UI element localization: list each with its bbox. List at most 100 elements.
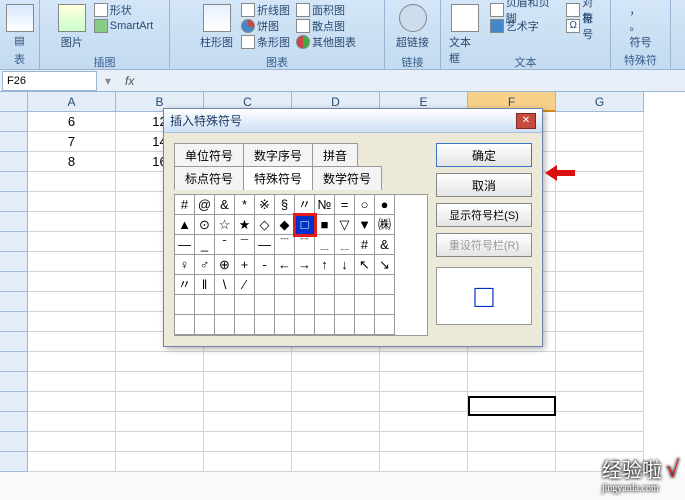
symbol-cell[interactable]	[255, 295, 275, 315]
cell[interactable]	[28, 332, 116, 352]
symbol-cell[interactable]: №	[315, 195, 335, 215]
symbol-cell[interactable]: —	[175, 235, 195, 255]
cell[interactable]	[556, 232, 644, 252]
cell[interactable]	[28, 272, 116, 292]
textbox-button[interactable]: 文本框	[445, 2, 486, 68]
symbol-cell[interactable]: ↘	[375, 255, 395, 275]
cell[interactable]: 8	[28, 152, 116, 172]
row-header[interactable]	[0, 452, 28, 472]
symbol-cell[interactable]	[315, 315, 335, 335]
cell[interactable]	[292, 412, 380, 432]
symbol-cell[interactable]: 〃	[295, 195, 315, 215]
cell[interactable]	[28, 292, 116, 312]
symbol-cell[interactable]: =	[335, 195, 355, 215]
symbol-cell[interactable]: _	[195, 235, 215, 255]
symbol-cell[interactable]: ‖	[195, 275, 215, 295]
symbol-cell[interactable]: +	[235, 255, 255, 275]
cell[interactable]	[28, 312, 116, 332]
headerfooter-button[interactable]: 页眉和页脚	[488, 2, 563, 18]
symbol-cell[interactable]: ▼	[355, 215, 375, 235]
cell[interactable]	[556, 112, 644, 132]
cell[interactable]: 7	[28, 132, 116, 152]
symbol-button[interactable]: Ω符号	[564, 18, 606, 34]
cancel-button[interactable]: 取消	[436, 173, 532, 197]
row-header[interactable]	[0, 192, 28, 212]
cell[interactable]	[556, 272, 644, 292]
symbol-cell[interactable]	[355, 295, 375, 315]
symbol-cell[interactable]: ∕	[235, 275, 255, 295]
symbol-cell[interactable]	[335, 295, 355, 315]
symbol-cell[interactable]: ˉ	[215, 235, 235, 255]
symbol-cell[interactable]: ↓	[335, 255, 355, 275]
cell[interactable]	[116, 432, 204, 452]
symbol-cell[interactable]	[295, 295, 315, 315]
symbol-cell[interactable]: ﹊	[295, 235, 315, 255]
column-chart-button[interactable]: 柱形图	[196, 2, 237, 52]
symbol-cell[interactable]	[175, 295, 195, 315]
row-header[interactable]	[0, 412, 28, 432]
row-header[interactable]	[0, 232, 28, 252]
other-chart-button[interactable]: 其他图表	[294, 34, 358, 50]
symbol-cell[interactable]	[215, 295, 235, 315]
row-header[interactable]	[0, 212, 28, 232]
symbol-cell[interactable]: ↑	[315, 255, 335, 275]
symbol-cell[interactable]: ■	[315, 215, 335, 235]
cell[interactable]	[380, 372, 468, 392]
ok-button[interactable]: 确定	[436, 143, 532, 167]
cell[interactable]	[116, 392, 204, 412]
symbol-cell[interactable]	[255, 315, 275, 335]
tab-number[interactable]: 数字序号	[243, 143, 313, 167]
symbol-cell[interactable]: #	[175, 195, 195, 215]
symbol-cell[interactable]: ﹍	[315, 235, 335, 255]
pie-chart-button[interactable]: 饼图	[239, 18, 292, 34]
row-header[interactable]	[0, 432, 28, 452]
symbol-cell[interactable]	[375, 275, 395, 295]
symbol-cell[interactable]	[295, 315, 315, 335]
cell[interactable]	[292, 452, 380, 472]
symbol-cell[interactable]: ●	[375, 195, 395, 215]
symbol-cell[interactable]: ⊕	[215, 255, 235, 275]
cell[interactable]	[28, 372, 116, 392]
symbol-cell[interactable]	[355, 275, 375, 295]
cell[interactable]	[556, 252, 644, 272]
scatter-chart-button[interactable]: 散点图	[294, 18, 358, 34]
picture-button[interactable]: 图片	[54, 2, 90, 52]
cell[interactable]	[292, 352, 380, 372]
cell[interactable]	[204, 452, 292, 472]
cell[interactable]	[556, 352, 644, 372]
row-header[interactable]	[0, 252, 28, 272]
symbol-cell[interactable]: 〃	[175, 275, 195, 295]
shapes-button[interactable]: 形状	[92, 2, 155, 18]
cell[interactable]	[28, 212, 116, 232]
cell[interactable]	[28, 232, 116, 252]
row-header[interactable]	[0, 132, 28, 152]
symbol-cell[interactable]	[275, 315, 295, 335]
symbol-cell[interactable]	[315, 275, 335, 295]
cell[interactable]: 6	[28, 112, 116, 132]
symbol-cell[interactable]: ⊙	[195, 215, 215, 235]
cell[interactable]	[116, 452, 204, 472]
col-header[interactable]: A	[28, 92, 116, 112]
row-header[interactable]	[0, 332, 28, 352]
close-button[interactable]: ✕	[516, 113, 536, 129]
cell[interactable]	[468, 392, 556, 412]
tab-unit[interactable]: 单位符号	[174, 143, 244, 167]
symbol-cell[interactable]: ★	[235, 215, 255, 235]
hyperlink-button[interactable]: 超链接	[392, 2, 433, 52]
tab-math[interactable]: 数学符号	[312, 166, 382, 190]
tab-special[interactable]: 特殊符号	[243, 166, 313, 190]
fx-label[interactable]: fx	[117, 74, 142, 88]
tab-pinyin[interactable]: 拼音	[312, 143, 358, 167]
period-button[interactable]: 。	[628, 18, 654, 34]
symbol-cell[interactable]	[235, 295, 255, 315]
symbol-cell[interactable]: ▽	[335, 215, 355, 235]
cell[interactable]	[556, 332, 644, 352]
cell[interactable]	[28, 172, 116, 192]
symbol-cell[interactable]	[375, 295, 395, 315]
cell[interactable]	[116, 412, 204, 432]
cell[interactable]	[556, 392, 644, 412]
bar-chart-button[interactable]: 条形图	[239, 34, 292, 50]
row-header[interactable]	[0, 292, 28, 312]
cell[interactable]	[28, 352, 116, 372]
cell[interactable]	[28, 252, 116, 272]
